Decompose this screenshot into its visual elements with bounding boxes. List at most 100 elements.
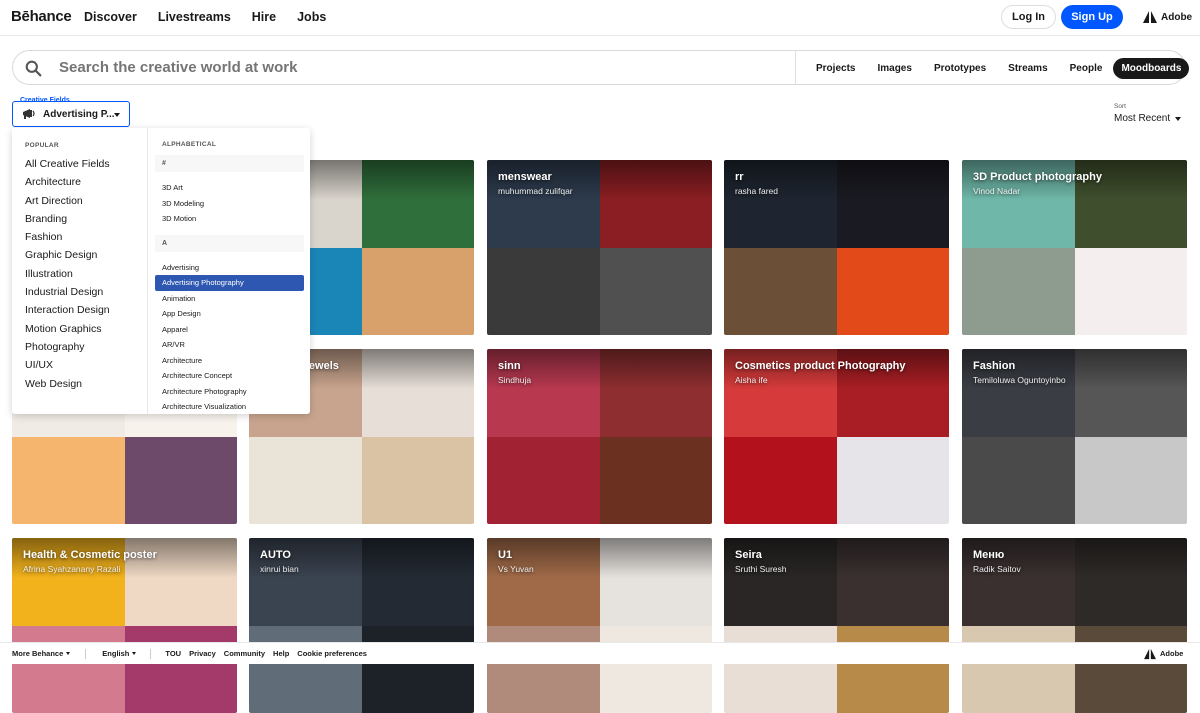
card-title[interactable]: menswear: [498, 171, 552, 183]
adobe-link[interactable]: Adobe: [1143, 11, 1192, 23]
tab-projects[interactable]: Projects: [805, 58, 866, 79]
moodboard-card[interactable]: AUTO xinrui bian: [249, 538, 474, 713]
card-owner[interactable]: rasha fared: [735, 186, 778, 196]
alpha-field-item[interactable]: Architecture Photography: [155, 384, 304, 400]
nav-jobs[interactable]: Jobs: [297, 10, 326, 24]
card-title[interactable]: Fashion: [973, 360, 1015, 372]
login-button[interactable]: Log In: [1001, 5, 1056, 29]
card-owner[interactable]: Afrina Syahzanany Razali: [23, 564, 120, 574]
popular-field-item[interactable]: Fashion: [25, 228, 147, 246]
alpha-field-item[interactable]: Architecture Concept: [155, 368, 304, 384]
alpha-field-item[interactable]: Architecture: [155, 353, 304, 369]
moodboard-image: [249, 626, 362, 713]
moodboard-image: [724, 248, 837, 336]
moodboard-image: [487, 248, 600, 336]
alpha-field-item[interactable]: Animation: [155, 291, 304, 307]
card-owner[interactable]: Aisha ife: [735, 375, 768, 385]
tab-images[interactable]: Images: [866, 58, 922, 79]
alpha-field-item[interactable]: Advertising: [155, 260, 304, 276]
card-owner[interactable]: muhummad zulifqar: [498, 186, 573, 196]
moodboard-card[interactable]: Health & Cosmetic poster Afrina Syahzanan…: [12, 538, 237, 713]
footer-link-community[interactable]: Community: [224, 649, 265, 658]
footer-divider: [85, 649, 86, 659]
tab-people[interactable]: People: [1059, 58, 1114, 79]
popular-field-item[interactable]: Interaction Design: [25, 301, 147, 319]
moodboard-card[interactable]: 3D Product photography Vinod Nadar: [962, 160, 1187, 335]
alpha-field-item[interactable]: App Design: [155, 306, 304, 322]
card-title[interactable]: Health & Cosmetic poster: [23, 549, 157, 561]
card-title[interactable]: Cosmetics product Photography: [735, 360, 906, 372]
alpha-field-item[interactable]: 3D Motion: [155, 211, 304, 227]
tab-streams[interactable]: Streams: [997, 58, 1058, 79]
card-owner[interactable]: Radik Saitov: [973, 564, 1021, 574]
language-select[interactable]: English: [102, 649, 136, 658]
card-owner[interactable]: Sruthi Suresh: [735, 564, 787, 574]
alpha-field-item-selected[interactable]: Advertising Photography: [155, 275, 304, 291]
popular-field-item[interactable]: Branding: [25, 210, 147, 228]
moodboard-card[interactable]: Cosmetics product Photography Aisha ife: [724, 349, 949, 524]
creative-fields-select[interactable]: Advertising P...: [12, 101, 130, 127]
moodboard-card[interactable]: rr rasha fared: [724, 160, 949, 335]
card-owner[interactable]: Vinod Nadar: [973, 186, 1020, 196]
card-title[interactable]: Меню: [973, 549, 1004, 561]
search-input[interactable]: [59, 59, 659, 76]
tab-prototypes[interactable]: Prototypes: [923, 58, 997, 79]
popular-field-item[interactable]: Graphic Design: [25, 246, 147, 264]
moodboard-image: [962, 248, 1075, 336]
card-owner[interactable]: Vs Yuvan: [498, 564, 534, 574]
footer-link-help[interactable]: Help: [273, 649, 289, 658]
popular-field-item[interactable]: Art Direction: [25, 192, 147, 210]
moodboard-card[interactable]: Fashion Temiloluwa Oguntoyinbo: [962, 349, 1187, 524]
footer-link-tou[interactable]: TOU: [165, 649, 181, 658]
search-icon[interactable]: [25, 60, 42, 77]
tab-moodboards[interactable]: Moodboards: [1113, 58, 1189, 79]
nav-livestreams[interactable]: Livestreams: [158, 10, 231, 24]
moodboard-card[interactable]: Seira Sruthi Suresh: [724, 538, 949, 713]
adobe-label: Adobe: [1161, 12, 1192, 23]
footer-adobe-label: Adobe: [1160, 649, 1183, 658]
moodboard-image: [1075, 437, 1188, 525]
chevron-down-icon: [132, 652, 136, 655]
signup-button[interactable]: Sign Up: [1061, 5, 1123, 29]
alpha-field-item[interactable]: Architecture Visualization: [155, 399, 304, 414]
more-behance-label: More Behance: [12, 649, 63, 658]
moodboard-card[interactable]: menswear muhummad zulifqar: [487, 160, 712, 335]
footer-link-privacy[interactable]: Privacy: [189, 649, 216, 658]
popular-field-item[interactable]: All Creative Fields: [25, 155, 147, 173]
nav-hire[interactable]: Hire: [252, 10, 276, 24]
alpha-field-item[interactable]: Apparel: [155, 322, 304, 338]
chevron-down-icon: [66, 652, 70, 655]
popular-field-item[interactable]: Web Design: [25, 375, 147, 393]
moodboard-card[interactable]: sinn Sindhuja: [487, 349, 712, 524]
popular-field-item[interactable]: Industrial Design: [25, 283, 147, 301]
popular-field-item[interactable]: Motion Graphics: [25, 320, 147, 338]
popular-field-item[interactable]: Architecture: [25, 173, 147, 191]
sort-select[interactable]: Most Recent: [1114, 113, 1181, 124]
nav-discover[interactable]: Discover: [84, 10, 137, 24]
card-title[interactable]: rr: [735, 171, 744, 183]
alpha-field-item[interactable]: AR/VR: [155, 337, 304, 353]
footer-link-cookies[interactable]: Cookie preferences: [297, 649, 367, 658]
card-title[interactable]: U1: [498, 549, 512, 561]
card-title[interactable]: AUTO: [260, 549, 291, 561]
alpha-field-item[interactable]: 3D Modeling: [155, 196, 304, 212]
alpha-field-item[interactable]: 3D Art: [155, 180, 304, 196]
more-behance-menu[interactable]: More Behance: [12, 649, 70, 658]
popular-field-item[interactable]: Photography: [25, 338, 147, 356]
popular-field-item[interactable]: Illustration: [25, 265, 147, 283]
card-title[interactable]: 3D Product photography: [973, 171, 1102, 183]
language-label: English: [102, 649, 129, 658]
behance-logo[interactable]: Bēhance: [11, 8, 71, 25]
moodboard-image: [837, 437, 950, 525]
card-owner[interactable]: Temiloluwa Oguntoyinbo: [973, 375, 1066, 385]
moodboard-image: [600, 626, 713, 713]
card-owner[interactable]: xinrui bian: [260, 564, 299, 574]
moodboard-card[interactable]: U1 Vs Yuvan: [487, 538, 712, 713]
footer-adobe-link[interactable]: Adobe: [1143, 648, 1183, 660]
card-title[interactable]: sinn: [498, 360, 521, 372]
popular-field-item[interactable]: UI/UX: [25, 356, 147, 374]
moodboard-card[interactable]: Меню Radik Saitov: [962, 538, 1187, 713]
card-title[interactable]: Seira: [735, 549, 762, 561]
nav-links: Discover Livestreams Hire Jobs: [84, 10, 347, 24]
card-owner[interactable]: Sindhuja: [498, 375, 531, 385]
